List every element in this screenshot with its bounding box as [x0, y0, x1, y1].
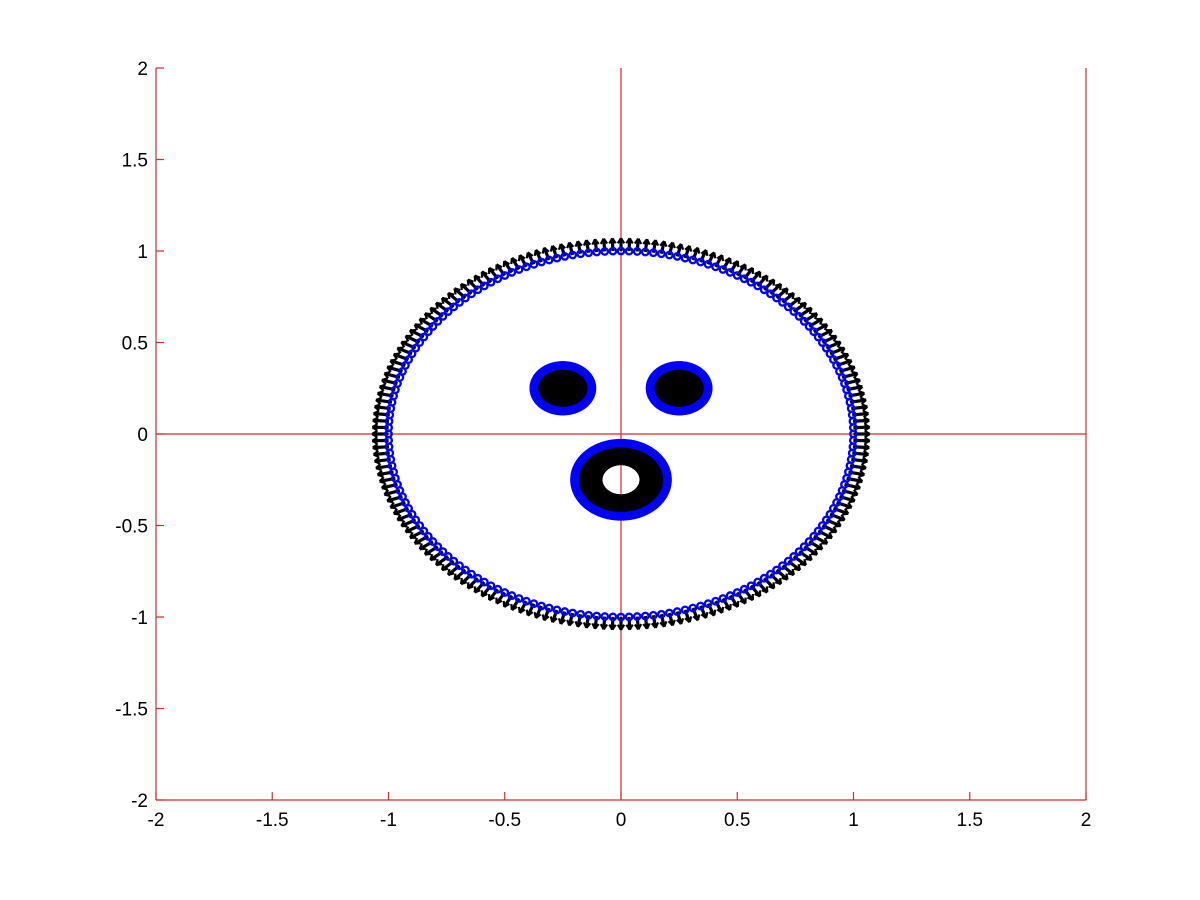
outer-boundary-arrowhead: [785, 573, 789, 580]
x-tick-label: 0: [616, 810, 627, 831]
scatter-plot: -2 -1.5 -1 -0.5 0 0.5 1 1.5 2 -2 -1.5 -1 -0.5 0 0.5 1 1…: [0, 0, 1200, 900]
outer-boundary-arrowhead: [772, 582, 776, 589]
outer-boundary-arrowhead: [799, 301, 807, 306]
outer-boundary-arrowhead: [430, 557, 437, 561]
outer-boundary-arrowhead: [390, 506, 397, 510]
y-tick-label: 0.5: [122, 334, 148, 355]
outer-boundary-arrowhead: [440, 297, 445, 305]
outer-boundary-arrowhead: [848, 364, 856, 369]
outer-boundary-arrowhead: [787, 292, 795, 296]
outer-boundary-arrowhead: [728, 603, 732, 611]
outer-boundary-arrowhead: [525, 252, 529, 259]
y-tick-label: -1.5: [115, 700, 148, 721]
x-tick-label: -1: [380, 810, 397, 831]
outer-boundary-arrowhead: [851, 370, 858, 375]
y-tick-label: 2: [137, 59, 148, 80]
y-tick-label: -0.5: [115, 517, 148, 538]
outer-boundary-arrowhead: [797, 563, 802, 571]
x-tick-label: 1: [848, 810, 859, 831]
outer-boundary-arrowhead: [793, 296, 801, 301]
outer-boundary-arrowhead: [721, 606, 725, 614]
y-tick-label: 1: [137, 242, 148, 263]
outer-boundary-arrowhead: [510, 257, 514, 265]
outer-boundary-arrowhead: [435, 562, 443, 567]
x-tick-label: 2: [1081, 810, 1092, 831]
outer-boundary-arrowhead: [454, 576, 461, 581]
x-tick-label: 0.5: [724, 810, 750, 831]
outer-boundary-arrowhead: [696, 614, 701, 621]
outer-boundary-arrowhead: [384, 493, 391, 498]
y-tick-label: -1: [131, 608, 148, 629]
outer-boundary-arrowhead: [397, 518, 404, 522]
outer-boundary-arrowhead: [805, 307, 812, 311]
outer-boundary-arrowhead: [424, 552, 432, 556]
outer-boundary-arrowhead: [810, 312, 818, 316]
outer-boundary-arrowhead: [386, 499, 394, 504]
y-tick-label: 0: [137, 425, 148, 446]
outer-boundary-arrowhead: [845, 358, 852, 362]
outer-boundary-arrowhead: [460, 283, 463, 291]
outer-boundary-arrowhead: [453, 288, 457, 295]
outer-boundary-arrowhead: [447, 572, 455, 576]
x-tick-label: 1.5: [957, 810, 983, 831]
outer-boundary-arrowhead: [779, 577, 782, 585]
outer-boundary-arrowhead: [441, 567, 449, 572]
y-tick-label: -2: [131, 791, 148, 812]
outer-boundary-arrowhead: [541, 247, 546, 254]
outer-boundary-arrowhead: [705, 611, 709, 619]
y-tick-label: 1.5: [122, 151, 148, 172]
x-tick-label: -2: [148, 810, 165, 831]
x-tick-label: -1.5: [256, 810, 289, 831]
outer-boundary-arrowhead: [781, 287, 788, 292]
outer-boundary-arrowhead: [533, 249, 537, 257]
outer-boundary-arrowhead: [393, 512, 400, 516]
outer-boundary-arrowhead: [838, 346, 845, 350]
outer-boundary-arrowhead: [517, 254, 521, 262]
outer-boundary-arrowhead: [447, 292, 451, 300]
outer-boundary-arrowhead: [713, 609, 717, 616]
outer-boundary-arrowhead: [466, 279, 470, 286]
outer-boundary-arrowhead: [791, 568, 795, 576]
outer-boundary-arrowhead: [842, 352, 849, 356]
x-tick-label: -0.5: [488, 810, 521, 831]
